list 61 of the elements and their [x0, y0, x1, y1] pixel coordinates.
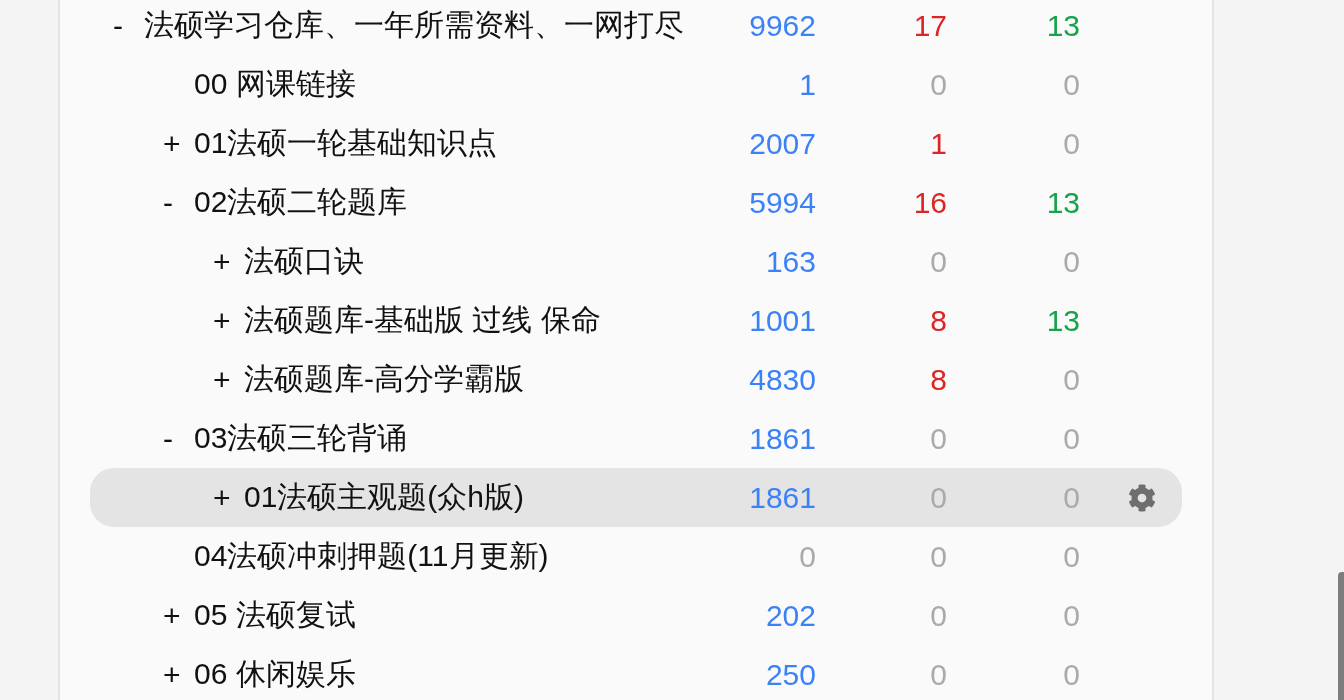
new-count: 1 — [799, 67, 816, 102]
new-count: 250 — [765, 657, 816, 692]
deck-name[interactable]: 03法硕三轮背诵 — [194, 418, 408, 459]
learn-count: 8 — [930, 303, 947, 338]
toggle-button[interactable]: + — [213, 480, 244, 515]
new-count: 2007 — [749, 126, 816, 161]
scrollbar-thumb[interactable] — [1338, 572, 1344, 700]
deck-name[interactable]: 01法硕主观题(众h版) — [244, 477, 525, 518]
toggle-button[interactable]: + — [213, 244, 244, 279]
new-count: 4830 — [749, 362, 816, 397]
deck-name[interactable]: 05 法硕复试 — [194, 595, 356, 636]
new-count: 9962 — [749, 8, 816, 43]
due-count: 13 — [1046, 8, 1080, 43]
toggle-button[interactable]: + — [163, 657, 194, 692]
new-count: 1861 — [749, 480, 816, 515]
deck-name[interactable]: 04法硕冲刺押题(11月更新) — [194, 536, 549, 577]
learn-count: 1 — [930, 126, 947, 161]
due-count: 0 — [1063, 657, 1080, 692]
toggle-button[interactable]: + — [163, 126, 194, 161]
deck-name[interactable]: 01法硕一轮基础知识点 — [194, 123, 498, 164]
new-count: 202 — [765, 598, 816, 633]
due-count: 0 — [1063, 539, 1080, 574]
learn-count: 0 — [930, 598, 947, 633]
due-count: 0 — [1063, 67, 1080, 102]
gear-icon[interactable] — [1128, 483, 1156, 512]
toggle-button[interactable]: + — [213, 362, 244, 397]
deck-name[interactable]: 02法硕二轮题库 — [194, 182, 408, 223]
learn-count: 8 — [930, 362, 947, 397]
deck-name[interactable]: 00 网课链接 — [194, 64, 356, 105]
learn-count: 0 — [930, 67, 947, 102]
toggle-button[interactable]: - — [163, 185, 194, 220]
due-count: 0 — [1063, 598, 1080, 633]
learn-count: 0 — [930, 539, 947, 574]
current-deck-row[interactable]: + 01法硕主观题(众h版) 1861 0 0 — [90, 468, 1182, 527]
learn-count: 0 — [930, 421, 947, 456]
new-count: 5994 — [749, 185, 816, 220]
deck-name[interactable]: 法硕口诀 — [244, 241, 364, 282]
new-count: 0 — [799, 539, 816, 574]
toggle-button[interactable]: + — [163, 598, 194, 633]
deck-name[interactable]: 法硕题库-高分学霸版 — [244, 359, 524, 400]
due-count: 0 — [1063, 244, 1080, 279]
due-count: 13 — [1046, 185, 1080, 220]
learn-count: 17 — [913, 8, 947, 43]
deck-name[interactable]: 法硕学习仓库、一年所需资料、一网打尽 — [144, 5, 684, 46]
learn-count: 0 — [930, 480, 947, 515]
due-count: 13 — [1046, 303, 1080, 338]
due-count: 0 — [1063, 362, 1080, 397]
toggle-button[interactable]: - — [163, 421, 194, 456]
due-count: 0 — [1063, 126, 1080, 161]
new-count: 1001 — [749, 303, 816, 338]
new-count: 1861 — [749, 421, 816, 456]
due-count: 0 — [1063, 480, 1080, 515]
deck-name[interactable]: 06 休闲娱乐 — [194, 654, 356, 695]
toggle-button[interactable]: - — [113, 8, 144, 43]
due-count: 0 — [1063, 421, 1080, 456]
new-count: 163 — [765, 244, 816, 279]
deck-name[interactable]: 法硕题库-基础版 过线 保命 — [244, 300, 601, 341]
learn-count: 0 — [930, 244, 947, 279]
learn-count: 0 — [930, 657, 947, 692]
toggle-button[interactable]: + — [213, 303, 244, 338]
learn-count: 16 — [913, 185, 947, 220]
